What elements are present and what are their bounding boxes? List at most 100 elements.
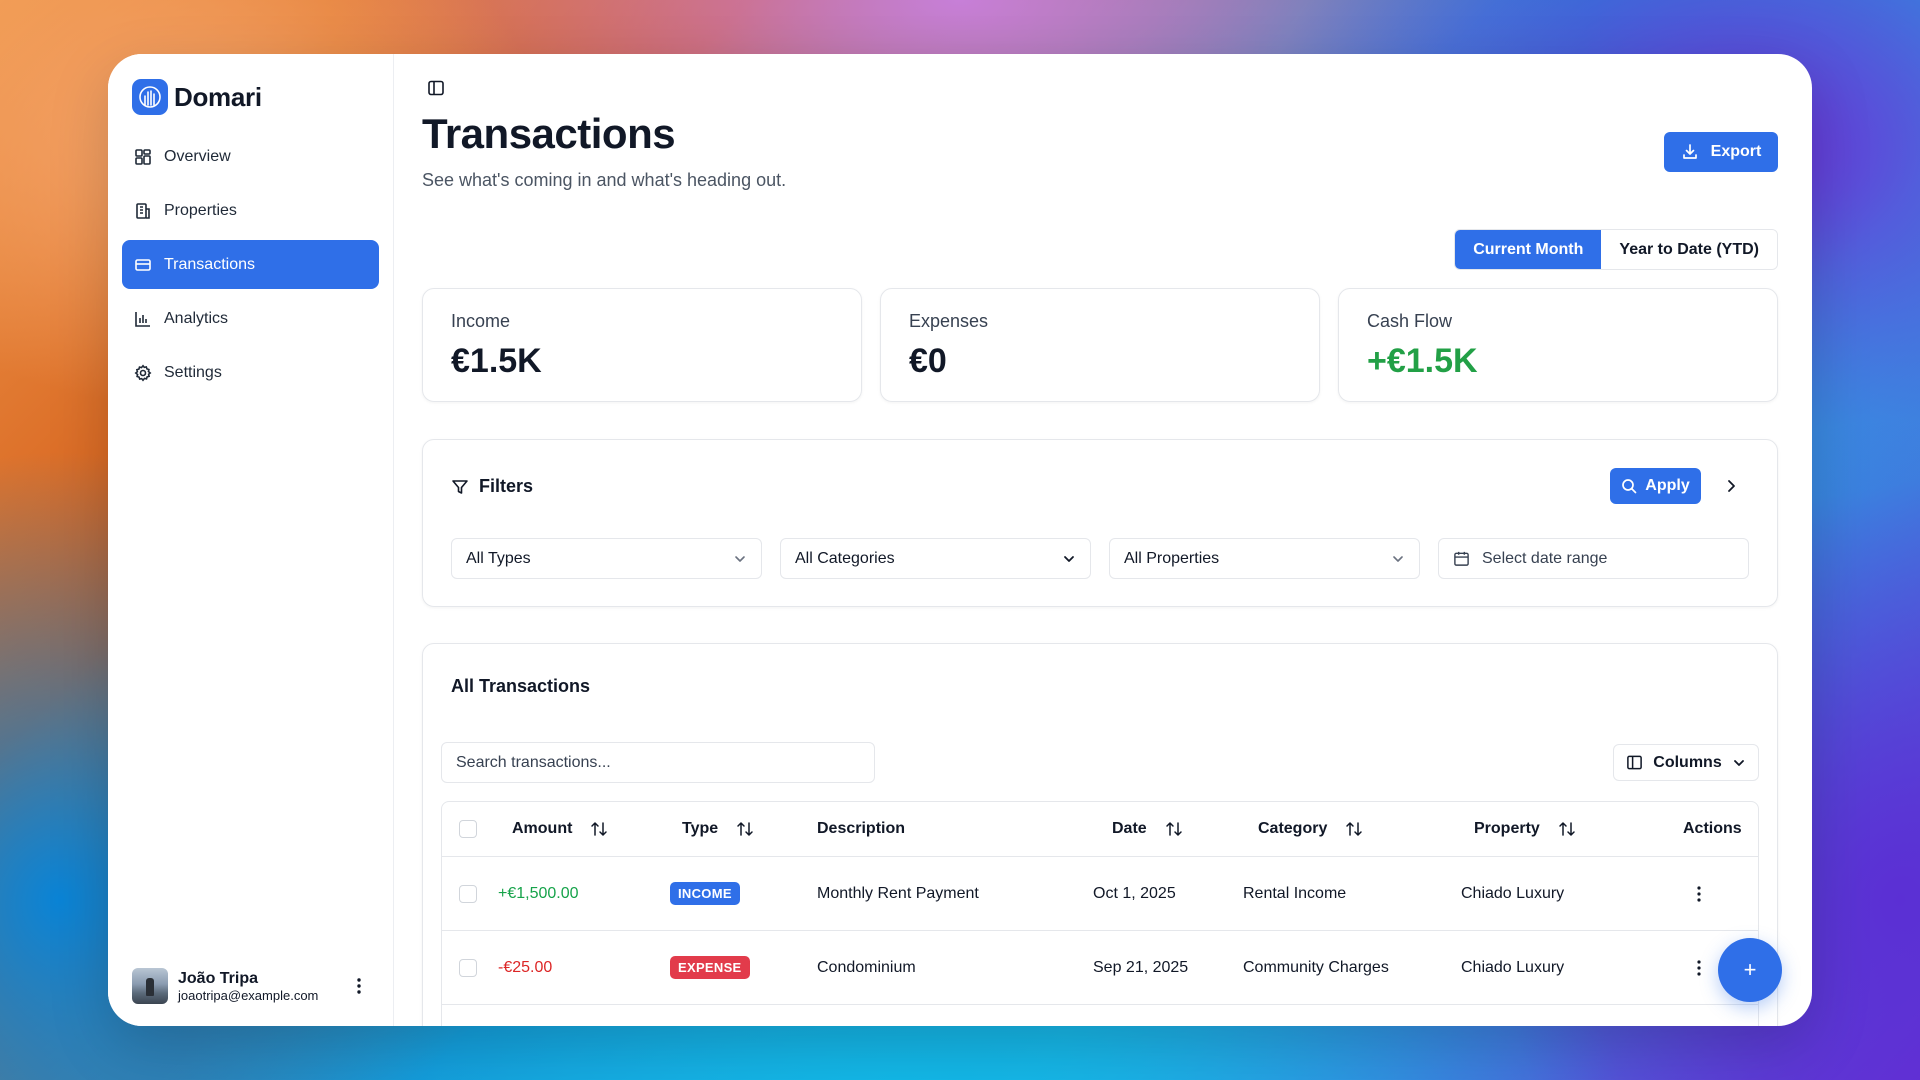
user-profile[interactable]: João Tripa joaotripa@example.com <box>132 968 369 1004</box>
sort-icon <box>1165 822 1182 836</box>
chevron-down-icon <box>1733 759 1744 766</box>
download-icon <box>1682 144 1697 159</box>
gear-icon <box>134 364 152 381</box>
sidebar-toggle-icon[interactable] <box>424 76 448 100</box>
sidebar-nav: Overview Properties Transactions Analyti… <box>122 132 379 397</box>
sidebar-item-settings[interactable]: Settings <box>122 348 379 397</box>
date-range-picker[interactable]: Select date range <box>1438 538 1749 579</box>
table-row[interactable]: +€1,500.00 INCOME Monthly Rent Payment O… <box>442 857 1758 931</box>
avatar <box>132 968 168 1004</box>
app-window: Domari Overview Properties Transactions … <box>108 54 1812 1026</box>
columns-button[interactable]: Columns <box>1613 744 1759 781</box>
period-toggle: Current Month Year to Date (YTD) <box>1454 229 1778 270</box>
sidebar-item-label: Analytics <box>164 309 229 327</box>
sort-property[interactable]: Property <box>1474 802 1576 856</box>
property-cell: Chiado Luxury <box>1461 958 1565 976</box>
period-ytd[interactable]: Year to Date (YTD) <box>1601 230 1777 269</box>
user-menu-kebab-icon[interactable] <box>349 974 369 998</box>
type-badge: EXPENSE <box>670 956 750 979</box>
transactions-table: Amount Type Description Date Category Pr… <box>441 801 1759 1026</box>
add-transaction-button[interactable]: + <box>1718 938 1782 1002</box>
brand-name: Domari <box>174 81 262 112</box>
date-cell: Oct 1, 2025 <box>1093 884 1176 902</box>
sort-icon <box>1559 822 1575 836</box>
sidebar-item-label: Transactions <box>164 255 255 273</box>
sidebar-item-label: Overview <box>164 147 231 165</box>
sort-type[interactable]: Type <box>682 802 754 856</box>
sort-category[interactable]: Category <box>1258 802 1363 856</box>
property-select[interactable]: All Properties <box>1109 538 1420 579</box>
stat-cash-flow: Cash Flow +€1.5K <box>1338 288 1778 402</box>
calendar-icon <box>1454 551 1469 566</box>
sort-amount[interactable]: Amount <box>512 802 608 856</box>
search-input[interactable] <box>441 742 875 783</box>
category-select[interactable]: All Categories <box>780 538 1091 579</box>
filters-card: Filters Apply All Types All Categories A… <box>422 439 1778 607</box>
row-checkbox[interactable] <box>459 884 477 903</box>
table-header-row: Amount Type Description Date Category Pr… <box>442 802 1758 857</box>
sidebar-item-label: Settings <box>164 363 222 381</box>
sidebar-item-transactions[interactable]: Transactions <box>122 240 379 289</box>
building-icon <box>136 202 150 219</box>
credit-card-icon <box>135 258 151 271</box>
search-icon <box>1622 479 1637 494</box>
user-name: João Tripa <box>178 969 259 987</box>
stat-value: €1.5K <box>451 342 542 380</box>
period-current-month[interactable]: Current Month <box>1455 230 1602 269</box>
dashboard-grid-icon <box>135 148 151 165</box>
header-actions: Actions <box>1683 820 1742 837</box>
stat-expenses: Expenses €0 <box>880 288 1320 402</box>
chevron-down-icon <box>1393 555 1403 562</box>
page-title: Transactions <box>422 110 676 157</box>
sidebar-item-properties[interactable]: Properties <box>122 186 379 235</box>
type-badge: INCOME <box>670 882 740 905</box>
chevron-down-icon <box>1064 555 1074 562</box>
stat-income: Income €1.5K <box>422 288 862 402</box>
bar-chart-icon <box>135 311 150 327</box>
date-cell: Sep 21, 2025 <box>1093 958 1189 976</box>
category-cell: Community Charges <box>1243 958 1389 976</box>
sidebar-item-analytics[interactable]: Analytics <box>122 294 379 343</box>
filter-selects: All Types All Categories All Properties <box>451 538 1749 579</box>
export-button[interactable]: Export <box>1664 132 1778 172</box>
table-row[interactable]: -€25.00 EXPENSE Condominium Sep 21, 2025… <box>442 931 1758 1005</box>
stat-value: +€1.5K <box>1367 342 1478 380</box>
amount-cell: +€1,500.00 <box>498 884 579 902</box>
stats-row: Income €1.5K Expenses €0 Cash Flow +€1.5… <box>422 288 1778 402</box>
stat-label: Income <box>451 311 511 331</box>
select-all-checkbox[interactable] <box>459 820 477 838</box>
brand[interactable]: Domari <box>122 76 379 118</box>
row-actions-kebab-icon[interactable] <box>1697 857 1701 930</box>
stat-label: Cash Flow <box>1367 311 1453 331</box>
property-cell: Chiado Luxury <box>1461 884 1565 902</box>
sidebar-item-label: Properties <box>164 201 237 219</box>
domari-logo-icon <box>132 79 168 115</box>
filters-title: Filters <box>451 476 533 497</box>
main-content: Transactions See what's coming in and wh… <box>394 54 1812 1026</box>
apply-button[interactable]: Apply <box>1610 468 1701 504</box>
sort-icon <box>591 822 608 836</box>
row-actions-kebab-icon[interactable] <box>1697 931 1701 1004</box>
description-cell: Condominium <box>817 958 916 976</box>
chevron-right-icon[interactable] <box>1721 476 1741 496</box>
sidebar-item-overview[interactable]: Overview <box>122 132 379 181</box>
row-checkbox[interactable] <box>459 958 477 977</box>
sort-icon <box>737 822 753 836</box>
amount-cell: -€25.00 <box>498 958 553 976</box>
page-subtitle: See what's coming in and what's heading … <box>422 170 787 190</box>
stat-value: €0 <box>909 342 947 380</box>
category-cell: Rental Income <box>1243 884 1347 902</box>
description-cell: Monthly Rent Payment <box>817 884 979 902</box>
columns-icon <box>1627 755 1643 770</box>
sidebar: Domari Overview Properties Transactions … <box>108 54 394 1026</box>
transactions-card: All Transactions Columns Amount Typ <box>422 643 1778 1026</box>
sort-date[interactable]: Date <box>1112 802 1183 856</box>
chevron-down-icon <box>735 555 745 562</box>
user-email: joaotripa@example.com <box>178 987 319 1003</box>
plus-icon: + <box>1743 957 1757 982</box>
type-select[interactable]: All Types <box>451 538 762 579</box>
header-description: Description <box>817 820 906 837</box>
sort-icon <box>1346 822 1363 836</box>
filter-icon <box>452 479 468 494</box>
stat-label: Expenses <box>909 311 989 331</box>
